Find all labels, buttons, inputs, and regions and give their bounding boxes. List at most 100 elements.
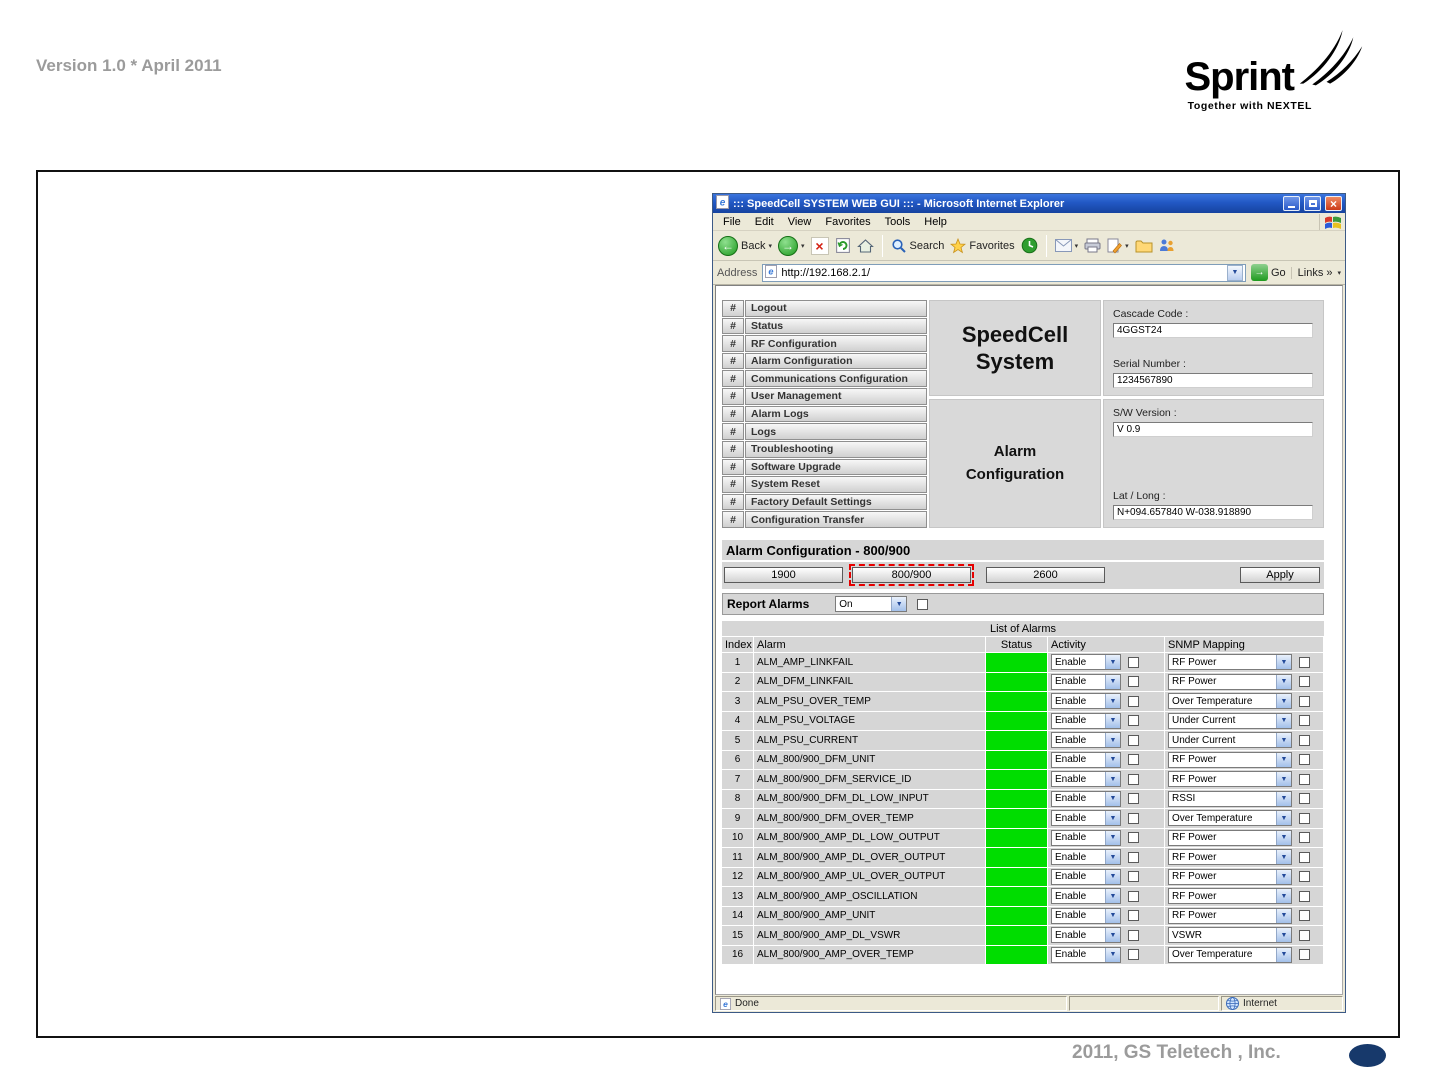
- address-dropdown-icon[interactable]: ▼: [1226, 264, 1243, 281]
- back-button[interactable]: ← Back ▾: [718, 235, 772, 256]
- mail-button[interactable]: ▾: [1054, 239, 1079, 252]
- activity-select[interactable]: Enable ▼: [1051, 673, 1121, 690]
- snmp-mapping-select[interactable]: Over Temperature ▼: [1168, 693, 1292, 710]
- snmp-checkbox[interactable]: [1299, 851, 1310, 863]
- activity-checkbox[interactable]: [1128, 715, 1139, 727]
- sidebar-item-alarm-configuration[interactable]: # Alarm Configuration: [722, 352, 927, 370]
- sidebar-item-label[interactable]: User Management: [745, 388, 927, 405]
- apply-button[interactable]: Apply: [1240, 567, 1320, 583]
- activity-select[interactable]: Enable ▼: [1051, 907, 1121, 924]
- band-tab-800-900[interactable]: 800/900: [849, 564, 974, 586]
- snmp-mapping-select[interactable]: Over Temperature ▼: [1168, 810, 1292, 827]
- info-input[interactable]: 4GGST24: [1113, 323, 1313, 338]
- address-input[interactable]: e http://192.168.2.1/ ▼: [762, 263, 1246, 282]
- activity-select[interactable]: Enable ▼: [1051, 927, 1121, 944]
- sidebar-item-factory-default-settings[interactable]: # Factory Default Settings: [722, 493, 927, 511]
- edit-dropdown-icon[interactable]: ▾: [1125, 242, 1129, 250]
- activity-checkbox[interactable]: [1128, 871, 1139, 883]
- sidebar-item-system-reset[interactable]: # System Reset: [722, 476, 927, 493]
- menu-favorites[interactable]: Favorites: [818, 215, 877, 229]
- snmp-mapping-select[interactable]: Over Temperature ▼: [1168, 946, 1292, 963]
- snmp-mapping-select[interactable]: RF Power ▼: [1168, 771, 1292, 788]
- toolbar-options-icon[interactable]: ▾: [1337, 269, 1341, 277]
- sidebar-item-label[interactable]: Status: [745, 317, 927, 335]
- activity-checkbox[interactable]: [1128, 851, 1139, 863]
- maximize-button[interactable]: [1304, 196, 1321, 211]
- activity-checkbox[interactable]: [1128, 656, 1139, 668]
- activity-select[interactable]: Enable ▼: [1051, 946, 1121, 963]
- activity-select[interactable]: Enable ▼: [1051, 654, 1121, 671]
- snmp-checkbox[interactable]: [1299, 890, 1310, 902]
- activity-checkbox[interactable]: [1128, 734, 1139, 746]
- activity-select[interactable]: Enable ▼: [1051, 751, 1121, 768]
- mail-dropdown-icon[interactable]: ▾: [1075, 242, 1079, 250]
- snmp-checkbox[interactable]: [1299, 656, 1310, 668]
- activity-checkbox[interactable]: [1128, 793, 1139, 805]
- sidebar-item-label[interactable]: Communications Configuration: [745, 370, 927, 388]
- activity-select[interactable]: Enable ▼: [1051, 868, 1121, 885]
- report-alarms-checkbox[interactable]: [917, 598, 929, 610]
- activity-select[interactable]: Enable ▼: [1051, 712, 1121, 729]
- sidebar-item-troubleshooting[interactable]: # Troubleshooting: [722, 440, 927, 458]
- activity-select[interactable]: Enable ▼: [1051, 888, 1121, 905]
- activity-checkbox[interactable]: [1128, 754, 1139, 766]
- sidebar-item-label[interactable]: Configuration Transfer: [745, 511, 927, 528]
- title-bar[interactable]: e ::: SpeedCell SYSTEM WEB GUI ::: - Mic…: [713, 194, 1345, 213]
- messenger-button[interactable]: [1159, 238, 1175, 253]
- snmp-checkbox[interactable]: [1299, 715, 1310, 727]
- activity-select[interactable]: Enable ▼: [1051, 693, 1121, 710]
- snmp-checkbox[interactable]: [1299, 734, 1310, 746]
- snmp-checkbox[interactable]: [1299, 812, 1310, 824]
- activity-checkbox[interactable]: [1128, 773, 1139, 785]
- sidebar-item-label[interactable]: Troubleshooting: [745, 440, 927, 458]
- sidebar-item-label[interactable]: Alarm Configuration: [745, 352, 927, 370]
- close-button[interactable]: ×: [1325, 196, 1342, 211]
- snmp-mapping-select[interactable]: RF Power ▼: [1168, 849, 1292, 866]
- snmp-checkbox[interactable]: [1299, 929, 1310, 941]
- menu-file[interactable]: File: [716, 215, 748, 229]
- stop-button[interactable]: ×: [810, 236, 829, 255]
- activity-select[interactable]: Enable ▼: [1051, 771, 1121, 788]
- discuss-button[interactable]: [1135, 239, 1153, 253]
- sidebar-item-logout[interactable]: # Logout: [722, 300, 927, 317]
- activity-checkbox[interactable]: [1128, 929, 1139, 941]
- menu-help[interactable]: Help: [917, 215, 954, 229]
- activity-checkbox[interactable]: [1128, 949, 1139, 961]
- snmp-mapping-select[interactable]: RF Power ▼: [1168, 673, 1292, 690]
- snmp-mapping-select[interactable]: Under Current ▼: [1168, 732, 1292, 749]
- sidebar-item-label[interactable]: Alarm Logs: [745, 405, 927, 423]
- forward-button[interactable]: → ▾: [777, 235, 805, 256]
- snmp-mapping-select[interactable]: Under Current ▼: [1168, 712, 1292, 729]
- activity-select[interactable]: Enable ▼: [1051, 732, 1121, 749]
- activity-select[interactable]: Enable ▼: [1051, 810, 1121, 827]
- sidebar-item-software-upgrade[interactable]: # Software Upgrade: [722, 458, 927, 476]
- snmp-checkbox[interactable]: [1299, 949, 1310, 961]
- sidebar-item-status[interactable]: # Status: [722, 317, 927, 335]
- sidebar-item-logs[interactable]: # Logs: [722, 423, 927, 440]
- band-tab-1900[interactable]: 1900: [724, 567, 843, 583]
- sidebar-item-user-management[interactable]: # User Management: [722, 388, 927, 405]
- sidebar-item-communications-configuration[interactable]: # Communications Configuration: [722, 370, 927, 388]
- snmp-mapping-select[interactable]: VSWR ▼: [1168, 927, 1292, 944]
- sidebar-item-rf-configuration[interactable]: # RF Configuration: [722, 335, 927, 352]
- snmp-checkbox[interactable]: [1299, 832, 1310, 844]
- edit-button[interactable]: ▾: [1107, 238, 1129, 254]
- links-button[interactable]: Links »: [1290, 266, 1332, 279]
- menu-view[interactable]: View: [781, 215, 819, 229]
- snmp-mapping-select[interactable]: RF Power ▼: [1168, 907, 1292, 924]
- info-input[interactable]: N+094.657840 W-038.918890: [1113, 505, 1313, 520]
- activity-checkbox[interactable]: [1128, 910, 1139, 922]
- sidebar-item-label[interactable]: Factory Default Settings: [745, 493, 927, 511]
- info-input[interactable]: V 0.9: [1113, 422, 1313, 437]
- snmp-mapping-select[interactable]: RF Power ▼: [1168, 654, 1292, 671]
- activity-select[interactable]: Enable ▼: [1051, 790, 1121, 807]
- activity-checkbox[interactable]: [1128, 695, 1139, 707]
- snmp-mapping-select[interactable]: RF Power ▼: [1168, 829, 1292, 846]
- forward-dropdown-icon[interactable]: ▾: [801, 242, 805, 250]
- sidebar-item-label[interactable]: RF Configuration: [745, 335, 927, 352]
- info-input[interactable]: 1234567890: [1113, 373, 1313, 388]
- home-button[interactable]: [856, 238, 874, 254]
- go-button[interactable]: → Go: [1250, 264, 1286, 281]
- band-tab-2600[interactable]: 2600: [986, 567, 1105, 583]
- activity-select[interactable]: Enable ▼: [1051, 849, 1121, 866]
